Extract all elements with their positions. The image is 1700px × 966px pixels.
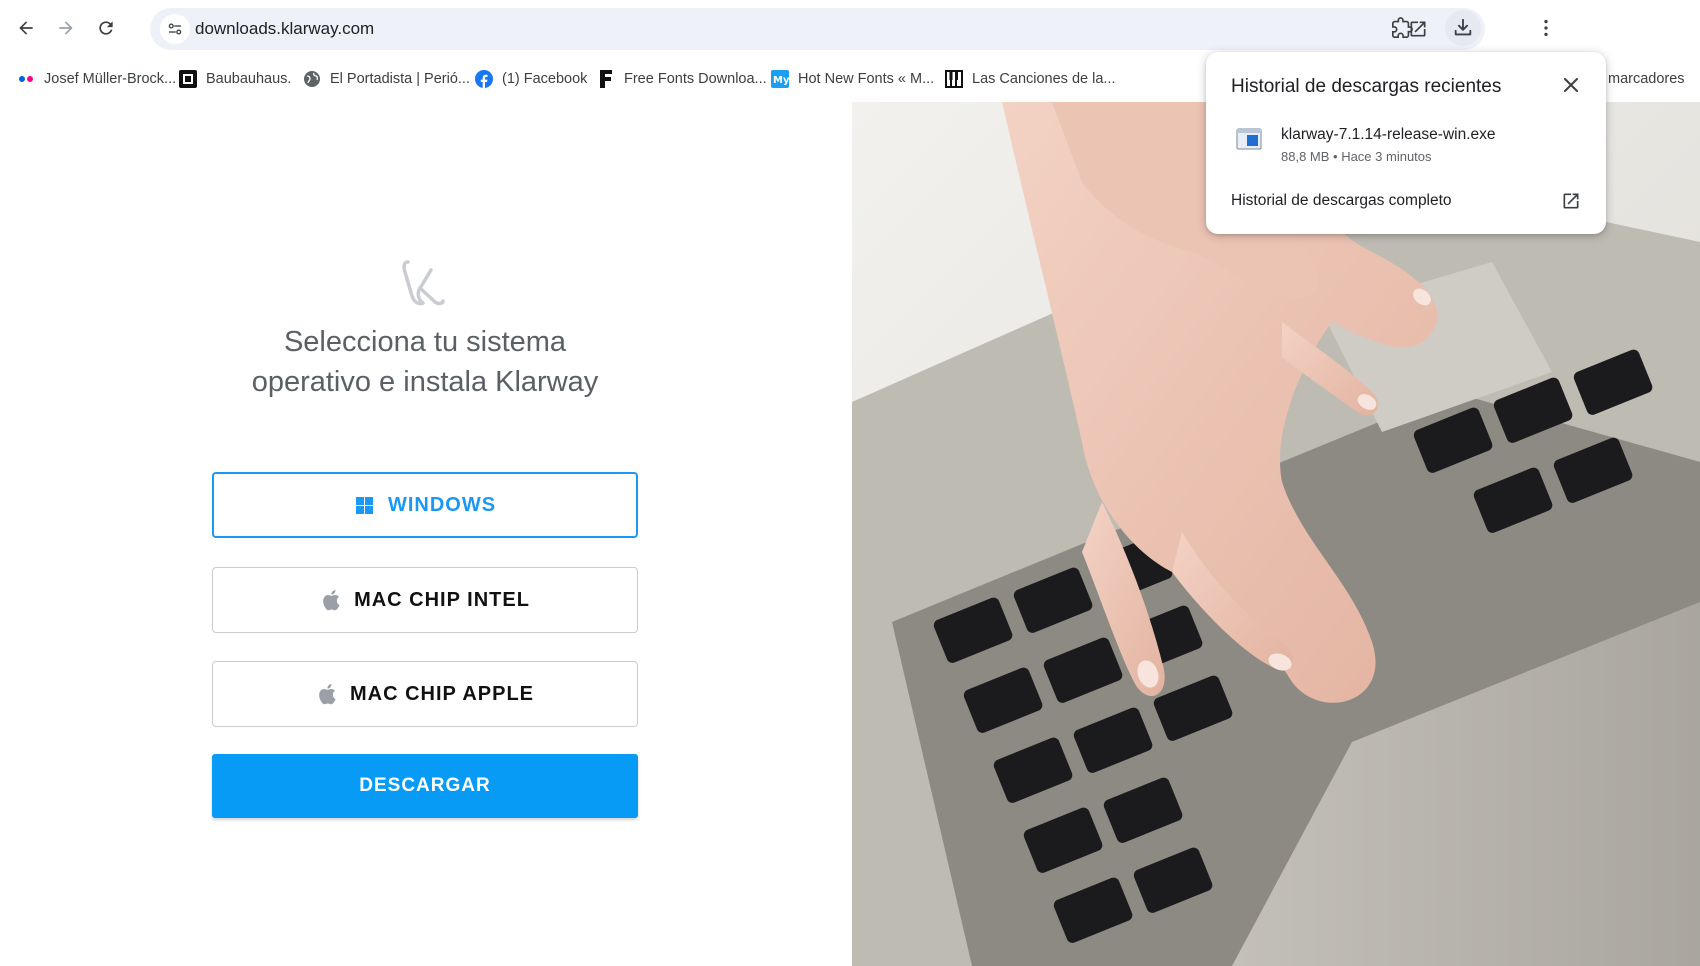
bookmark-label: Hot New Fonts « M... (798, 71, 935, 87)
myfonts-icon: My (770, 69, 790, 89)
bookmark-label: (1) Facebook (502, 71, 588, 87)
bookmark-label: Free Fonts Downloa... (624, 71, 767, 87)
mac-apple-option-button[interactable]: MAC CHIP APPLE (212, 661, 638, 727)
piano-icon (944, 69, 964, 89)
bookmark-label: Baubauhaus. (206, 71, 292, 87)
apple-icon (316, 683, 338, 705)
exe-file-icon[interactable] (1236, 126, 1262, 152)
arrow-left-icon (19, 21, 33, 35)
download-panel: Selecciona tu sistema operativo e instal… (0, 102, 852, 966)
page-title-line1: Selecciona tu sistema (283, 326, 567, 358)
arrow-right-icon (59, 21, 73, 35)
bookmark-item[interactable]: El Portadista | Perió... (302, 68, 470, 90)
baubauhaus-square-icon (178, 69, 198, 89)
download-button[interactable]: DESCARGAR (212, 754, 638, 818)
address-bar[interactable]: downloads.klarway.com (150, 8, 1485, 50)
download-icon (1454, 18, 1472, 36)
svg-text:My: My (773, 75, 789, 86)
puzzle-icon (1392, 17, 1413, 38)
menu-button[interactable] (1528, 10, 1564, 46)
kebab-menu-icon (1544, 19, 1548, 37)
windows-option-label: WINDOWS (387, 493, 497, 516)
flickr-dots-icon (16, 69, 36, 89)
bookmark-label: marcadores (1608, 71, 1685, 87)
open-external-icon[interactable] (1558, 188, 1584, 214)
extensions-button[interactable] (1384, 10, 1420, 46)
download-file-meta: 88,8 MB • Hace 3 minutos (1281, 149, 1432, 164)
site-info-icon[interactable] (160, 14, 190, 44)
page-title-line2: operativo e instala Klarway (251, 366, 599, 398)
mac-intel-option-button[interactable]: MAC CHIP INTEL (212, 567, 638, 633)
back-button[interactable] (8, 10, 44, 46)
downloads-button[interactable] (1445, 10, 1481, 46)
reload-button[interactable] (88, 10, 124, 46)
bookmark-label: El Portadista | Perió... (330, 71, 470, 87)
downloads-bubble-title: Historial de descargas recientes (1231, 76, 1502, 97)
full-download-history-link[interactable]: Historial de descargas completo (1231, 192, 1452, 210)
mac-intel-option-label: MAC CHIP INTEL (354, 588, 530, 611)
mac-apple-option-label: MAC CHIP APPLE (349, 682, 535, 705)
bookmark-item[interactable]: My Hot New Fonts « M... (770, 68, 934, 90)
f-letter-icon (596, 69, 616, 89)
browser-toolbar: downloads.klarway.com (0, 0, 1700, 56)
apple-icon (320, 589, 342, 611)
downloads-bubble: Historial de descargas recientes klarway… (1206, 52, 1606, 234)
bookmark-item[interactable]: Free Fonts Downloa... (596, 68, 767, 90)
klarway-logo-icon (402, 260, 445, 306)
url-text[interactable]: downloads.klarway.com (195, 19, 374, 39)
windows-option-button[interactable]: WINDOWS (212, 472, 638, 538)
reload-icon (99, 21, 113, 35)
close-icon (1564, 78, 1578, 92)
download-file-name[interactable]: klarway-7.1.14-release-win.exe (1281, 126, 1496, 144)
bookmark-label: Josef Müller-Brock... (44, 71, 177, 87)
bookmark-item[interactable]: (1) Facebook (474, 68, 587, 90)
bookmark-item[interactable]: marcadores (1608, 68, 1685, 90)
bookmark-item[interactable]: Baubauhaus. (178, 68, 291, 90)
windows-icon (354, 494, 376, 516)
bookmark-item[interactable]: Las Canciones de la... (944, 68, 1115, 90)
bookmark-label: Las Canciones de la... (972, 71, 1116, 87)
page-title: Selecciona tu sistema operativo e instal… (160, 322, 690, 402)
bookmark-item[interactable]: Josef Müller-Brock... (16, 68, 176, 90)
globe-icon (302, 69, 322, 89)
facebook-icon (474, 69, 494, 89)
close-button[interactable] (1556, 70, 1586, 100)
forward-button[interactable] (48, 10, 84, 46)
